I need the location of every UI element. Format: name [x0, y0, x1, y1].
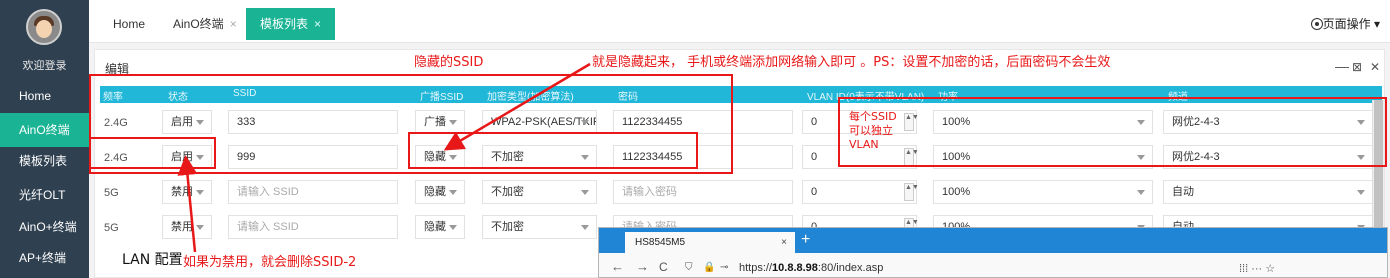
- lock-warning-icon: 🔒: [703, 262, 716, 273]
- browser-tab-title: HS8545M5: [635, 237, 686, 248]
- forward-icon[interactable]: →: [636, 259, 649, 274]
- browser-window: HS8545M5 × + ← → C ⛉ 🔒 ⊸ https://10.8.8.9…: [598, 227, 1388, 278]
- browser-tab-strip: HS8545M5 × +: [599, 228, 1387, 253]
- browser-tab[interactable]: HS8545M5 ×: [625, 232, 795, 253]
- screen: 欢迎登录 Home AinO终端 模板列表 光纤OLT AinO+终端 AP+终…: [0, 0, 1390, 278]
- close-icon[interactable]: ×: [781, 232, 787, 253]
- shield-icon: ⛉: [685, 262, 693, 273]
- new-tab-icon[interactable]: +: [801, 231, 810, 249]
- key-icon: ⊸: [720, 262, 729, 273]
- reload-icon[interactable]: C: [659, 260, 668, 274]
- browser-toolbar-icons[interactable]: ⁞⁞⁞ ··· ☆: [1239, 262, 1275, 275]
- back-icon[interactable]: ←: [611, 259, 624, 274]
- address-bar[interactable]: https://10.8.8.98:80/index.asp: [739, 262, 883, 274]
- url-path: :80/index.asp: [817, 262, 884, 274]
- url-host: 10.8.8.98: [772, 262, 818, 274]
- url-scheme: https://: [739, 262, 773, 274]
- arrow-to-status-select: [177, 155, 198, 253]
- arrow-to-hidden-select: [443, 62, 591, 151]
